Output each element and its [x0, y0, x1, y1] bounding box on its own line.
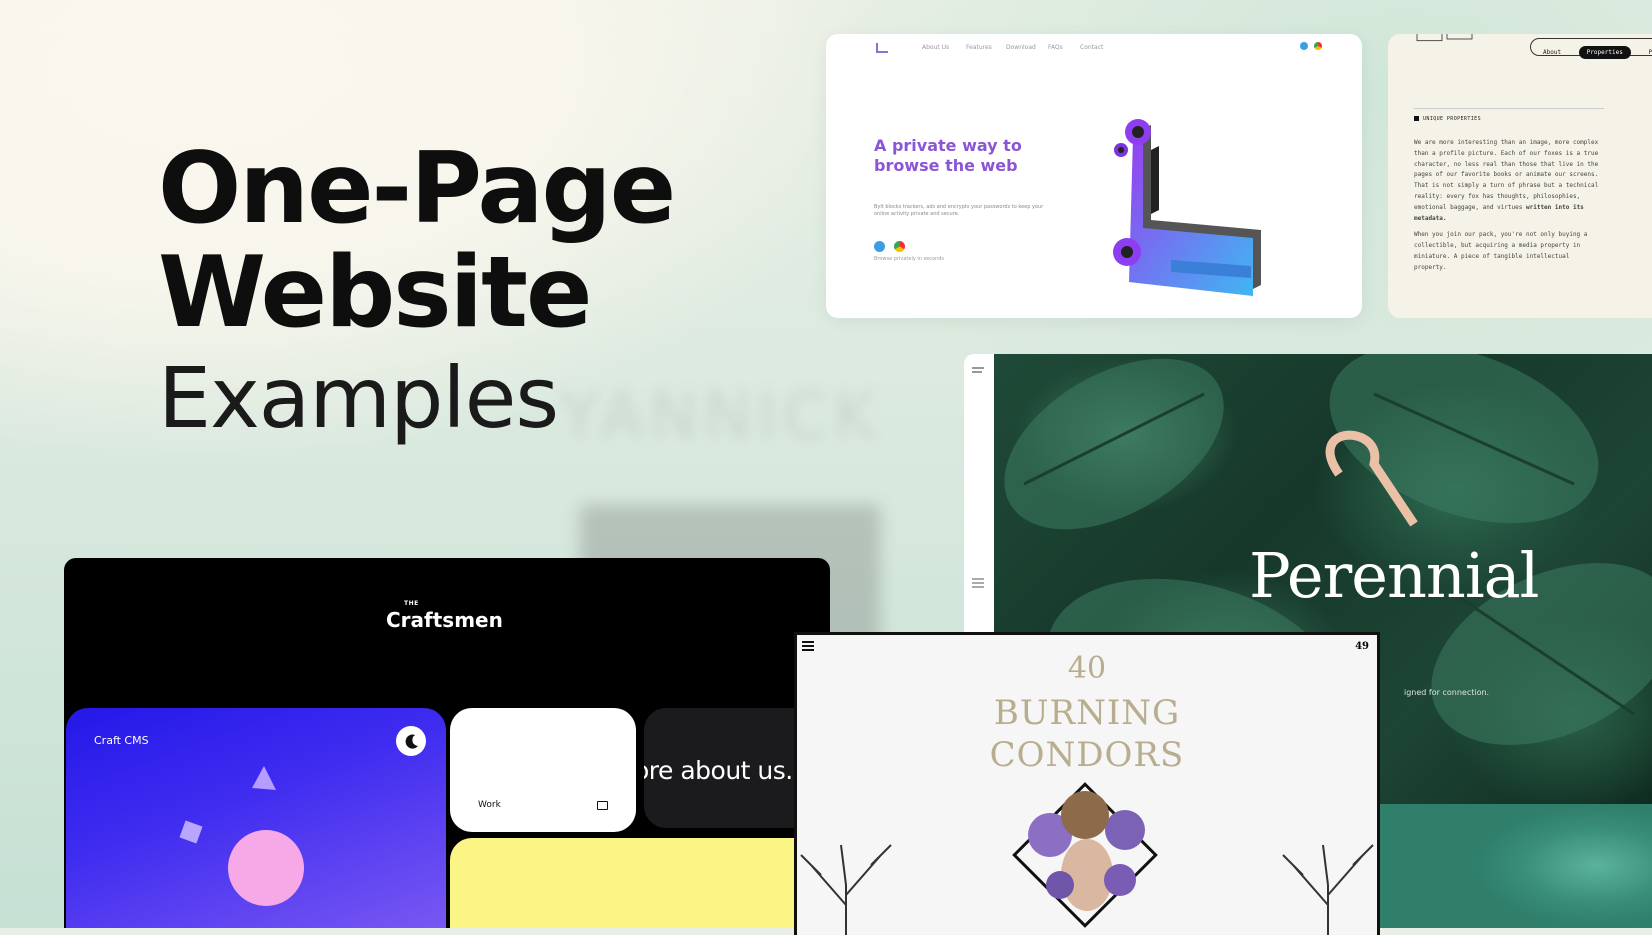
work-label: Work	[478, 800, 501, 810]
tree-left-illustration	[800, 844, 892, 935]
properties-body: We are more interesting than an image, m…	[1414, 138, 1604, 280]
unique-properties-screenshot: About Properties Pe UNIQUE PROPERTIES We…	[1388, 34, 1652, 318]
tab-pe[interactable]: Pe	[1640, 46, 1652, 59]
section-heading-text: UNIQUE PROPERTIES	[1423, 116, 1481, 122]
tab-properties[interactable]: Properties	[1578, 46, 1631, 59]
perennial-wordmark: Perennial	[1249, 539, 1539, 612]
private-site-subtext: Bylt blocks trackers, ads and encrypts y…	[874, 204, 1044, 217]
chrome-icon[interactable]	[1314, 42, 1322, 50]
condors-title-line-2: CONDORS	[989, 735, 1185, 775]
maze-3d-illustration	[1113, 119, 1261, 296]
hero-line-1: One-Page	[158, 132, 676, 246]
private-site-headline: A private way to browse the web	[874, 136, 1022, 175]
square-bullet-icon	[1414, 116, 1419, 121]
paragraph-2: When you join our pack, you're not only …	[1414, 231, 1588, 271]
nav-link-download[interactable]: Download	[1006, 44, 1036, 51]
hero-line-3: Examples	[158, 349, 559, 447]
chrome-badge-icon[interactable]	[894, 241, 905, 252]
hero-line-2: Website	[158, 236, 592, 350]
properties-site-tabs: About Properties Pe	[1530, 38, 1652, 59]
divider	[1414, 108, 1604, 109]
hero-title: One-Page Website Examples	[158, 132, 676, 447]
teal-panel	[1374, 804, 1652, 928]
craft-cms-tile[interactable]: Craft CMS	[66, 708, 446, 928]
nav-link-contact[interactable]: Contact	[1080, 44, 1103, 51]
condors-number: 40	[1067, 651, 1107, 686]
craft-cms-label: Craft CMS	[94, 734, 149, 747]
nav-link-faqs[interactable]: FAQs	[1048, 44, 1063, 51]
paragraph-1: We are more interesting than an image, m…	[1414, 138, 1604, 224]
craftsmen-screenshot: THE Craftsmen Craft CMS Work ore about u…	[64, 558, 830, 928]
paragraph-1-text: We are more interesting than an image, m…	[1414, 139, 1599, 211]
tab-about[interactable]: About	[1535, 46, 1569, 59]
private-site-logo-icon	[876, 43, 888, 53]
nav-link-about[interactable]: About Us	[922, 44, 949, 51]
yellow-tile[interactable]	[450, 838, 830, 928]
safari-icon[interactable]	[1300, 42, 1308, 50]
nav-link-features[interactable]: Features	[966, 44, 992, 51]
portrait-flower-illustration	[1012, 782, 1158, 928]
moon-icon[interactable]	[396, 726, 426, 756]
private-site-nav: About Us Features Download FAQs Contact	[876, 42, 1322, 56]
folder-icon	[597, 801, 608, 810]
private-browse-screenshot: About Us Features Download FAQs Contact …	[826, 34, 1362, 318]
work-tile[interactable]: Work	[450, 708, 636, 832]
decorative-shapes	[1416, 34, 1473, 42]
tree-right-illustration	[1282, 844, 1374, 935]
section-heading: UNIQUE PROPERTIES	[1414, 116, 1481, 122]
condors-title-line-1: BURNING	[993, 693, 1181, 733]
safari-badge-icon[interactable]	[874, 241, 885, 252]
craftsmen-logo-prefix: THE	[404, 600, 419, 607]
perennial-tagline: igned for connection.	[1404, 688, 1490, 697]
craftsmen-logo-text: Craftsmen	[386, 608, 503, 632]
about-marquee-text: ore about us. L	[644, 756, 814, 785]
craftsmen-logo: THE Craftsmen	[386, 600, 503, 632]
burning-condors-screenshot: 49 40 BURNING CONDORS	[794, 632, 1380, 935]
private-site-small-text: Browse privately in seconds	[874, 256, 944, 262]
